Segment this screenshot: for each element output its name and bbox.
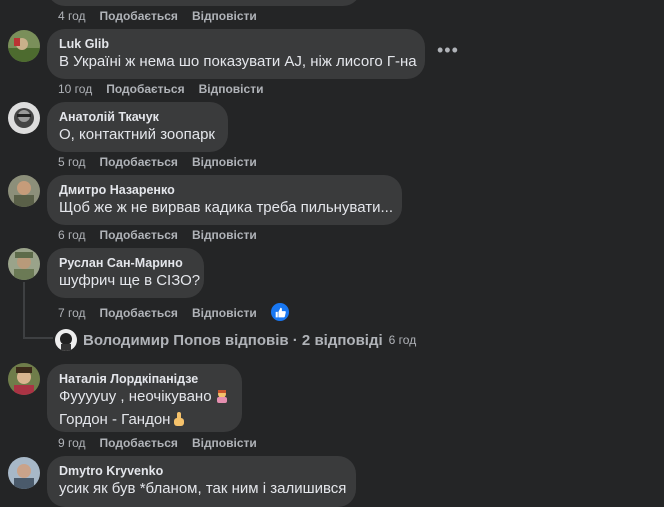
comment-bubble: Дмитро Назаренко Щоб же ж не вирвав кади…	[47, 175, 402, 225]
avatar	[55, 329, 77, 351]
avatar[interactable]	[8, 102, 40, 134]
reply-link[interactable]: Відповісти	[192, 436, 257, 450]
comment-meta: 10 год Подобається Відповісти	[58, 81, 277, 97]
like-link[interactable]: Подобається	[100, 436, 178, 450]
thread-line	[23, 337, 53, 339]
comment-author[interactable]: Наталія Лордкіпанідзе	[59, 371, 230, 387]
comment-text: шуфрич ще в СІЗО?	[59, 272, 201, 289]
comment-text: Фууууuу , неочікувано	[59, 388, 212, 405]
comment-author[interactable]: Руслан Сан-Марино	[59, 255, 192, 271]
comment-meta: 6 год Подобається Відповісти	[58, 227, 271, 243]
comment-text: В Україні ж нема шо показувати AJ, ніж л…	[59, 53, 417, 70]
more-options-icon[interactable]: •••	[437, 40, 459, 61]
comment-bubble: Luk Glib В Україні ж нема шо показувати …	[47, 29, 425, 79]
avatar[interactable]	[8, 363, 40, 395]
like-link[interactable]: Подобається	[106, 82, 184, 96]
avatar[interactable]	[8, 248, 40, 280]
woman-gesture-emoji-icon	[214, 388, 230, 410]
comment-bubble: Наталія Лордкіпанідзе Фууууuу , неочікув…	[47, 364, 242, 432]
comment-text: О, контактний зоопарк	[59, 126, 215, 143]
comment-meta: 9 год Подобається Відповісти	[58, 435, 271, 451]
comment-text-line: Гордон - Гандон	[59, 410, 230, 433]
like-link[interactable]: Подобається	[100, 306, 178, 320]
comment-author[interactable]: Luk Glib	[59, 36, 413, 52]
avatar[interactable]	[8, 30, 40, 62]
like-reaction-icon[interactable]	[269, 301, 291, 323]
view-replies-link[interactable]: Володимир Попов відповів · 2 відповіді 6…	[55, 329, 416, 351]
comment-text-line: Фууууuу , неочікувано	[59, 387, 230, 410]
comment-author[interactable]: Дмитро Назаренко	[59, 182, 390, 198]
comment-author[interactable]: Dmytro Kryvenko	[59, 463, 344, 479]
comment-meta: 4 год Подобається Відповісти	[58, 8, 271, 24]
reply-link[interactable]: Відповісти	[199, 82, 264, 96]
comment-time[interactable]: 9 год	[58, 436, 86, 450]
reply-link[interactable]: Відповісти	[192, 9, 257, 23]
reply-summary-text[interactable]: Володимир Попов відповів · 2 відповіді	[83, 332, 383, 349]
comment-bubble: Руслан Сан-Марино шуфрич ще в СІЗО?	[47, 248, 204, 298]
reply-link[interactable]: Відповісти	[192, 306, 257, 320]
like-link[interactable]: Подобається	[100, 9, 178, 23]
comment-time[interactable]: 7 год	[58, 306, 86, 320]
reply-link[interactable]: Відповісти	[192, 228, 257, 242]
middle-finger-emoji-icon	[172, 411, 186, 433]
comment-author[interactable]: Анатолій Ткачук	[59, 109, 216, 125]
reply-summary-time: 6 год	[388, 333, 417, 347]
avatar[interactable]	[8, 175, 40, 207]
comment-text: Гордон - Гандон	[59, 411, 171, 428]
reply-link[interactable]: Відповісти	[192, 155, 257, 169]
like-link[interactable]: Подобається	[100, 228, 178, 242]
comment-meta: 7 год Подобається Відповісти	[58, 305, 271, 321]
like-link[interactable]: Подобається	[100, 155, 178, 169]
comment-time[interactable]: 5 год	[58, 155, 86, 169]
comment-meta: 5 год Подобається Відповісти	[58, 154, 271, 170]
avatar[interactable]	[8, 457, 40, 489]
comment-text: Щоб же ж не вирвав кадика треба пильнува…	[59, 199, 393, 216]
comment-time[interactable]: 10 год	[58, 82, 92, 96]
comment-time[interactable]: 4 год	[58, 9, 86, 23]
comment-bubble: Dmytro Kryvenko усик як був *бланом, так…	[47, 456, 356, 507]
comment-text: усик як був *бланом, так ним і залишився	[59, 480, 347, 497]
comment-bubble: Анатолій Ткачук О, контактний зоопарк	[47, 102, 228, 152]
comment-time[interactable]: 6 год	[58, 228, 86, 242]
thread-line	[23, 282, 25, 339]
previous-comment-bubble	[47, 0, 361, 6]
